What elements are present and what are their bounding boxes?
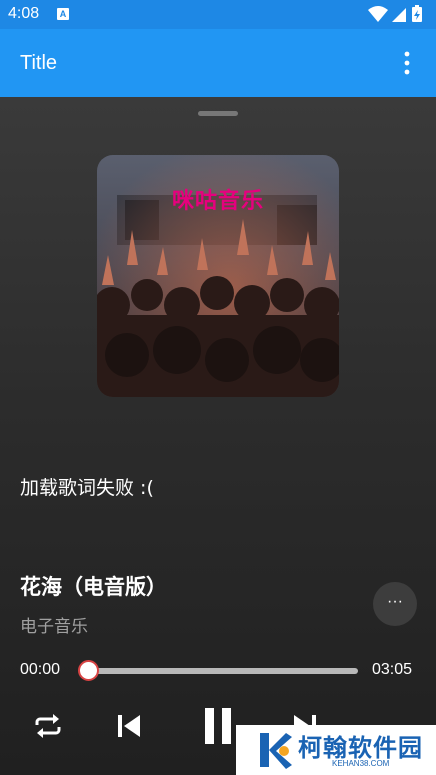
more-vert-icon[interactable] [400,51,414,75]
song-artist: 电子音乐 [20,617,88,637]
pause-icon [205,708,231,744]
signal-icon [392,8,406,22]
watermark-text: 柯翰软件园 [298,734,423,762]
progress-track[interactable] [88,668,358,674]
status-icons [368,5,422,22]
watermark-logo-icon [260,733,292,769]
app-bar: Title [0,29,436,97]
album-art: 咪咕音乐 [97,155,339,397]
current-time: 00:00 [20,661,61,678]
repeat-button[interactable] [30,706,66,746]
repeat-icon [35,714,61,738]
brand-logo-text: 咪咕音乐 [171,189,264,214]
cover-brand: 咪咕音乐 [97,183,339,215]
player-sheet: 咪咕音乐 加载歌词失败 :( 花海（电音版） 电子音乐 ··· 00:00 03… [0,97,436,775]
lyrics-status: 加载歌词失败 :( [20,477,154,499]
progress-thumb[interactable] [77,660,99,681]
notification-badge: A [57,8,69,20]
drag-handle[interactable] [198,111,238,116]
more-options-button[interactable]: ··· [373,582,417,626]
previous-button[interactable] [114,706,144,746]
watermark: 柯翰软件园 KEHAN38.COM [236,725,436,775]
status-time: 4:08 [8,5,40,22]
app-title: Title [20,52,58,74]
watermark-url: KEHAN38.COM [332,759,390,768]
song-title: 花海（电音版） [20,575,167,599]
wifi-icon [368,6,388,22]
total-time: 03:05 [372,661,413,678]
battery-icon [412,5,422,22]
play-pause-button[interactable] [198,706,238,746]
status-bar: 4:08 A [0,0,436,29]
skip-previous-icon [118,715,140,737]
